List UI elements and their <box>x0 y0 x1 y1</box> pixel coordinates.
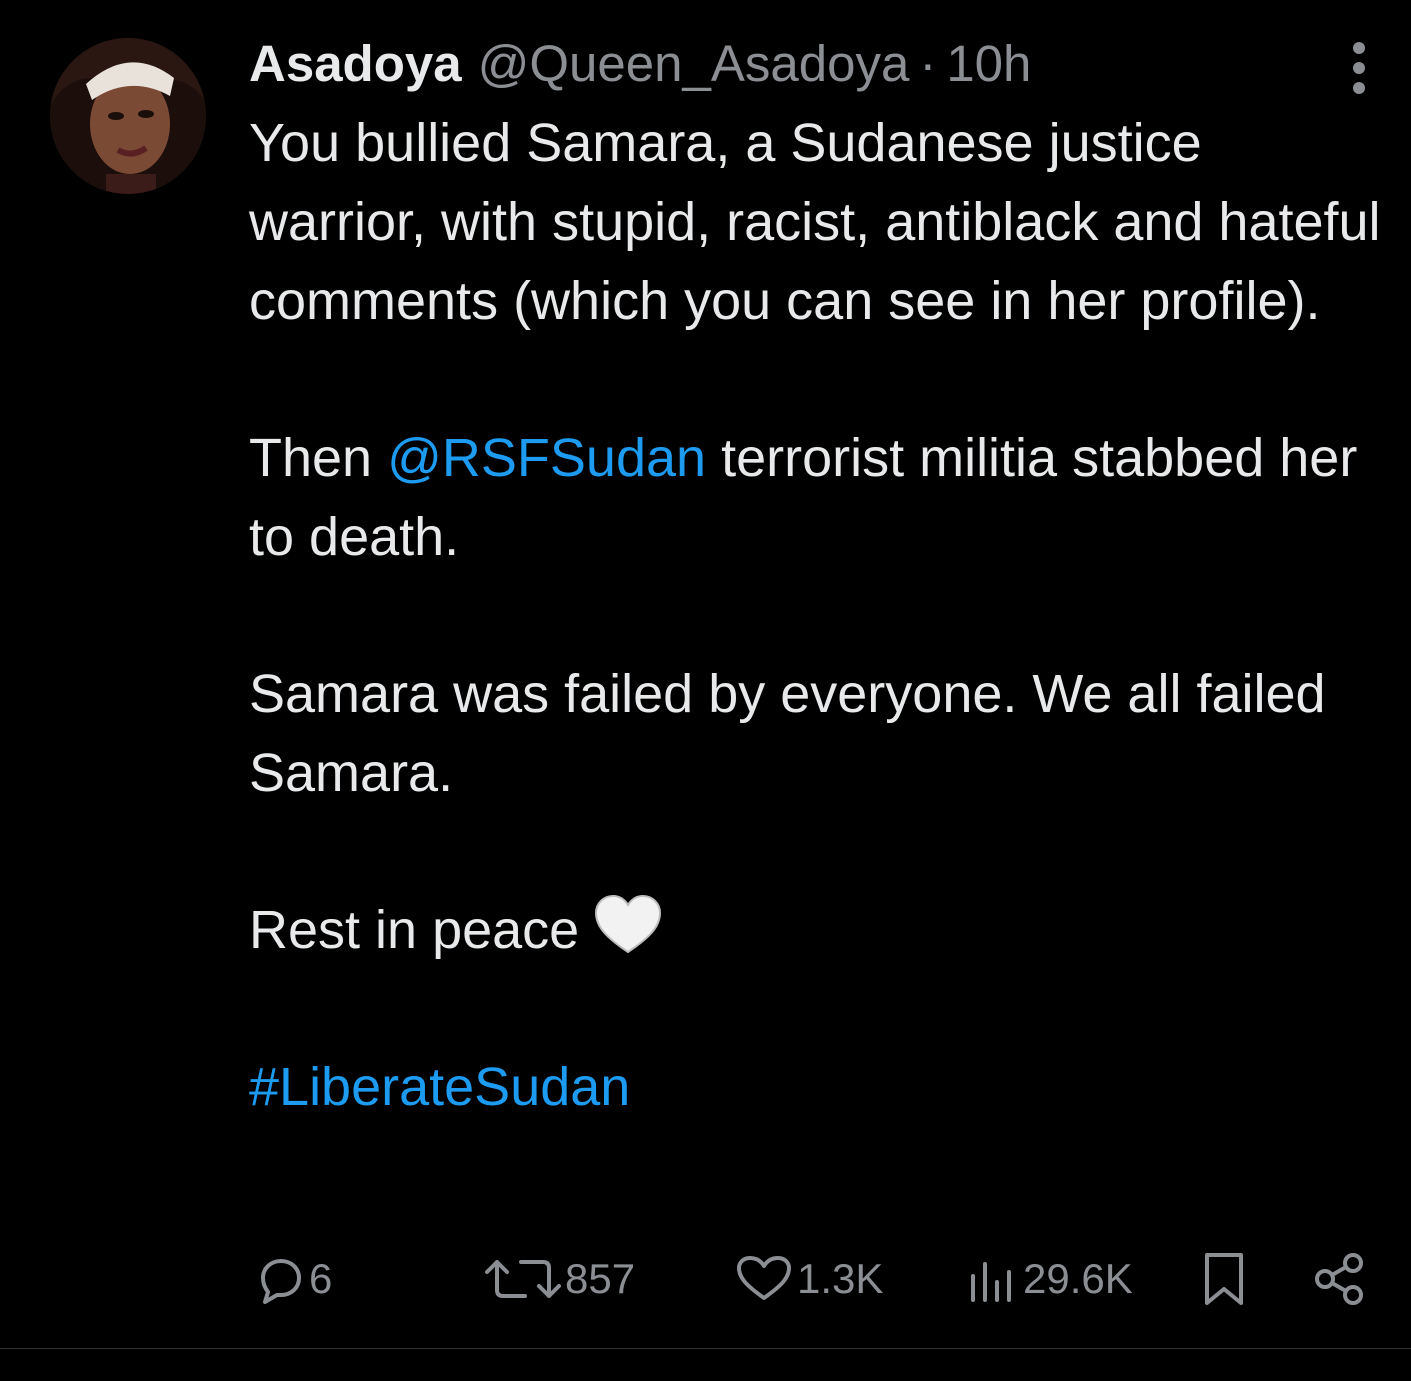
views-chart-icon <box>965 1254 1019 1304</box>
tweet-paragraph-5: #LiberateSudan <box>249 1048 1389 1127</box>
repost-count: 857 <box>565 1255 636 1302</box>
hashtag-link[interactable]: #LiberateSudan <box>249 1057 630 1117</box>
repost-icon <box>485 1254 561 1304</box>
reply-count: 6 <box>309 1255 333 1302</box>
tweet[interactable]: Asadoya @Queen_Asadoya · 10h You bullied… <box>0 0 1411 1348</box>
tweet-paragraph-2: Then @RSFSudan terrorist militia stabbed… <box>249 419 1389 577</box>
paragraph-2-start: Then <box>249 428 388 488</box>
bookmark-button[interactable] <box>1195 1244 1249 1314</box>
separator-dot: · <box>919 35 937 92</box>
author-name[interactable]: Asadoya <box>249 30 462 98</box>
share-icon <box>1311 1251 1367 1307</box>
more-vertical-icon[interactable] <box>1346 40 1372 96</box>
tweet-text: You bullied Samara, a Sudanese justice w… <box>249 104 1389 1127</box>
reply-icon <box>255 1254 305 1304</box>
like-button[interactable]: 1.3K <box>731 1244 883 1314</box>
heart-icon <box>735 1254 793 1304</box>
avatar[interactable] <box>50 38 206 194</box>
tweet-header: Asadoya @Queen_Asadoya · 10h <box>249 30 1031 98</box>
tweet-paragraph-3: Samara was failed by everyone. We all fa… <box>249 664 1326 803</box>
rest-in-peace-text: Rest in peace <box>249 900 580 960</box>
tweet-timestamp[interactable]: 10h <box>946 30 1031 98</box>
share-button[interactable] <box>1307 1244 1367 1314</box>
views-count: 29.6K <box>1023 1255 1133 1302</box>
divider <box>0 1348 1411 1349</box>
tweet-paragraph-1: You bullied Samara, a Sudanese justice w… <box>249 113 1381 331</box>
white-heart-emoji-icon <box>593 894 663 956</box>
repost-button[interactable]: 857 <box>481 1244 635 1314</box>
tweet-actions: 6 857 1.3K 29.6K <box>249 1244 1369 1314</box>
tweet-paragraph-4: Rest in peace <box>249 891 1389 970</box>
like-count: 1.3K <box>797 1255 884 1302</box>
bookmark-icon <box>1199 1251 1249 1307</box>
mention-link[interactable]: @RSFSudan <box>387 428 706 488</box>
reply-button[interactable]: 6 <box>251 1244 332 1314</box>
views-button[interactable]: 29.6K <box>961 1244 1133 1314</box>
author-handle[interactable]: @Queen_Asadoya <box>478 30 910 98</box>
